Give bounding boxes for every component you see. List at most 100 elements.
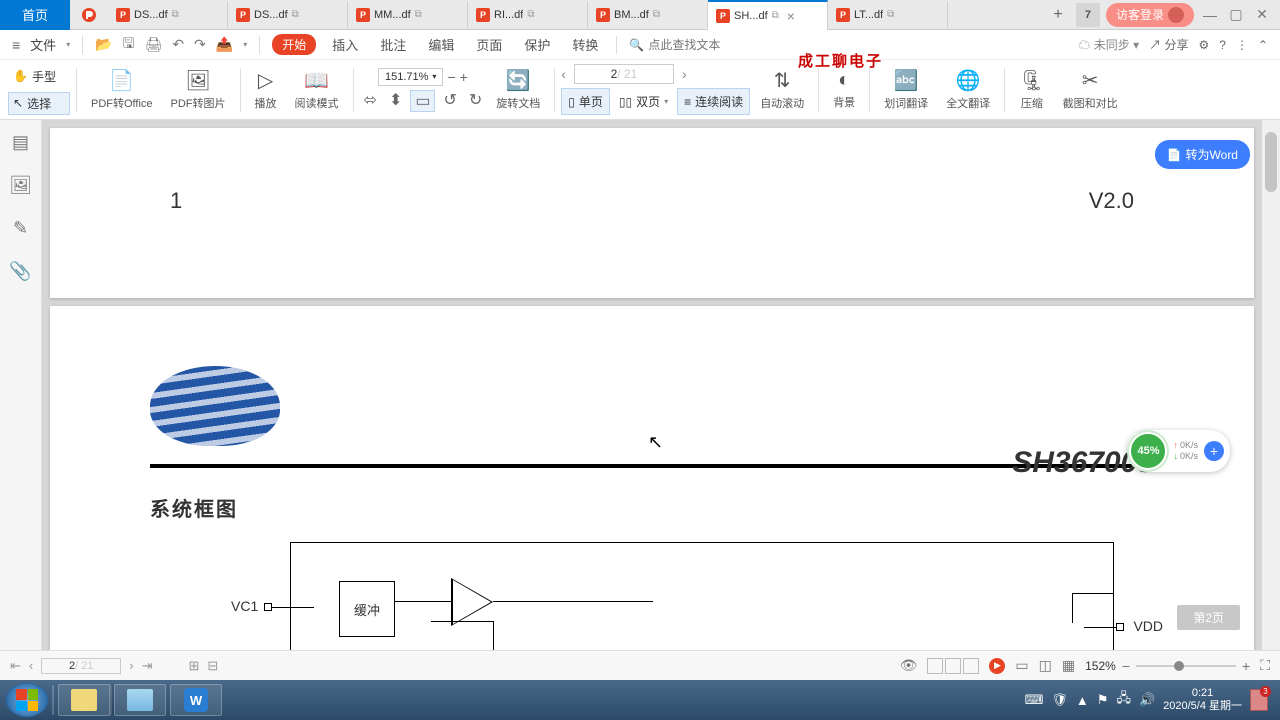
more-icon[interactable]: ⋮ — [1236, 38, 1248, 52]
save-icon[interactable]: 🖫 — [123, 33, 135, 57]
attachments-icon[interactable]: 📎 — [9, 261, 31, 282]
bookmarks-icon[interactable]: 🖼 — [9, 175, 32, 196]
rotate-left-icon[interactable]: ↺ — [439, 90, 460, 112]
doc-tab-3[interactable]: PRI...df⧉ — [468, 2, 588, 28]
search-input[interactable] — [648, 38, 748, 52]
redo-icon[interactable]: ↷ — [194, 36, 206, 53]
word-translate[interactable]: 🔤划词翻译 — [876, 62, 936, 118]
fit-width-icon[interactable]: ⬄ — [360, 90, 381, 112]
single-page-mode[interactable]: ▯单页 — [561, 88, 610, 115]
tab-page[interactable]: 页面 — [470, 35, 508, 54]
sync-status[interactable]: ☁ 未同步 ▾ — [1078, 36, 1139, 53]
start-button[interactable] — [6, 683, 48, 717]
continuous-mode[interactable]: ≡连续阅读 — [677, 88, 750, 115]
tray-up-icon[interactable]: ▲ — [1076, 693, 1089, 708]
vertical-scrollbar[interactable] — [1262, 120, 1280, 650]
scroll-thumb[interactable] — [1265, 132, 1277, 192]
doc-tab-0[interactable]: PDS...df⧉ — [108, 2, 228, 28]
prev-page[interactable]: ‹ — [561, 66, 566, 82]
zoom-in-icon[interactable]: + — [460, 69, 468, 85]
minimize-button[interactable]: — — [1200, 7, 1220, 23]
new-tab-button[interactable]: + — [1046, 3, 1070, 27]
tray-volume-icon[interactable]: 🔊 — [1139, 692, 1155, 708]
maximize-button[interactable]: ▢ — [1226, 6, 1246, 23]
tab-insert[interactable]: 插入 — [326, 35, 364, 54]
rotate-doc[interactable]: 🔄旋转文档 — [488, 62, 548, 118]
double-page-mode[interactable]: ▯▯双页▾ — [612, 88, 675, 115]
search-box[interactable]: 🔍 — [629, 38, 748, 52]
select-tool[interactable]: ↖选择 — [8, 92, 70, 115]
taskbar-explorer[interactable] — [58, 684, 110, 716]
document-viewport[interactable]: 1V2.0 SH367003 系统框图 VC1 缓冲 VDD — [42, 120, 1262, 650]
last-page-icon[interactable]: ⇥ — [142, 658, 153, 674]
system-monitor-widget[interactable]: 45% 0K/s0K/s + — [1127, 430, 1230, 472]
page-input[interactable]: 2/ 21 — [41, 658, 121, 674]
thumbnails-icon[interactable]: ▤ — [12, 132, 29, 153]
doc-tab-6[interactable]: PLT...df⧉ — [828, 2, 948, 28]
tray-shield-icon[interactable]: 🛡 — [1051, 692, 1068, 708]
view3-icon[interactable]: ▦ — [1062, 657, 1075, 674]
tray-flag-icon[interactable]: ⚑ — [1097, 692, 1109, 708]
share-button[interactable]: ↗ 分享 — [1149, 36, 1188, 53]
layout-buttons[interactable] — [927, 658, 979, 674]
eye-icon[interactable]: 👁 — [900, 657, 918, 674]
collapse-ribbon-icon[interactable]: ⌃ — [1258, 38, 1268, 52]
doc-tab-2[interactable]: PMM...df⧉ — [348, 2, 468, 28]
close-icon[interactable]: × — [787, 8, 795, 24]
docer-icon[interactable] — [70, 0, 108, 30]
next-page-icon[interactable]: › — [129, 658, 133, 673]
tray-keyboard-icon[interactable]: ⌨ — [1025, 692, 1044, 708]
view1-icon[interactable]: ▭ — [1015, 657, 1028, 674]
next-page[interactable]: › — [682, 66, 687, 82]
zoom-value[interactable]: 151.71%▾ — [378, 68, 443, 86]
taskbar-wps[interactable]: W — [170, 684, 222, 716]
record-icon[interactable]: ▶ — [989, 658, 1005, 674]
screenshot-compare[interactable]: ✂截图和对比 — [1055, 62, 1126, 118]
login-button[interactable]: 访客登录 — [1106, 3, 1194, 27]
add-page-icon[interactable]: ⊞ — [189, 658, 200, 674]
open-icon[interactable]: 📂 — [95, 36, 112, 53]
taskbar-photos[interactable] — [114, 684, 166, 716]
pdf-to-office[interactable]: 📄PDF转Office — [83, 62, 161, 118]
full-translate[interactable]: 🌐全文翻译 — [938, 62, 998, 118]
doc-tab-4[interactable]: PBM...df⧉ — [588, 2, 708, 28]
rotate-right-icon[interactable]: ↻ — [465, 90, 486, 112]
play-button[interactable]: ▷播放 — [247, 62, 285, 118]
tab-edit[interactable]: 编辑 — [422, 35, 460, 54]
doc-tab-1[interactable]: PDS...df⧉ — [228, 2, 348, 28]
tray-clock[interactable]: 0:212020/5/4 星期一 — [1163, 687, 1242, 713]
undo-icon[interactable]: ↶ — [172, 36, 184, 53]
fit-page-icon[interactable]: ⬍ — [385, 90, 406, 112]
tray-network-icon[interactable]: 🖧 — [1116, 689, 1131, 711]
zoom-slider[interactable] — [1136, 665, 1236, 667]
read-mode[interactable]: 📖阅读模式 — [287, 62, 347, 118]
close-window-button[interactable]: ✕ — [1252, 6, 1272, 23]
expand-widget-icon[interactable]: + — [1204, 441, 1224, 461]
fullscreen-icon[interactable]: ⛶ — [1260, 657, 1270, 674]
tray-notification[interactable]: 3 — [1250, 689, 1268, 711]
settings-icon[interactable]: ⚙ — [1198, 38, 1209, 52]
tab-start[interactable]: 开始 — [272, 34, 316, 55]
compress[interactable]: 🗜压缩 — [1011, 62, 1052, 118]
hand-tool[interactable]: ✋手型 — [8, 65, 70, 88]
convert-to-word-button[interactable]: 📄转为Word — [1155, 140, 1250, 169]
tab-count[interactable]: 7 — [1076, 3, 1100, 27]
export-icon[interactable]: 📤 — [216, 36, 233, 53]
zoom-out-icon[interactable]: − — [447, 69, 455, 85]
prev-page-icon[interactable]: ‹ — [29, 658, 33, 673]
print-icon[interactable]: 🖨 — [145, 36, 163, 53]
tab-protect[interactable]: 保护 — [518, 35, 556, 54]
tab-annotate[interactable]: 批注 — [374, 35, 412, 54]
tab-convert[interactable]: 转换 — [566, 35, 604, 54]
help-icon[interactable]: ? — [1219, 38, 1226, 52]
actual-size-icon[interactable]: ▭ — [410, 90, 435, 112]
zoom-in-btn[interactable]: + — [1242, 658, 1250, 674]
pdf-to-image[interactable]: 🖼PDF转图片 — [163, 62, 234, 118]
zoom-out-btn[interactable]: − — [1122, 658, 1130, 674]
view2-icon[interactable]: ◫ — [1039, 657, 1052, 674]
page-field[interactable]: 2/ 21 — [574, 64, 674, 84]
file-menu[interactable]: 文件 — [30, 35, 56, 54]
annotations-icon[interactable]: ✎ — [13, 218, 28, 239]
doc-tab-5[interactable]: PSH...df⧉× — [708, 0, 828, 30]
home-tab[interactable]: 首页 — [0, 0, 70, 30]
